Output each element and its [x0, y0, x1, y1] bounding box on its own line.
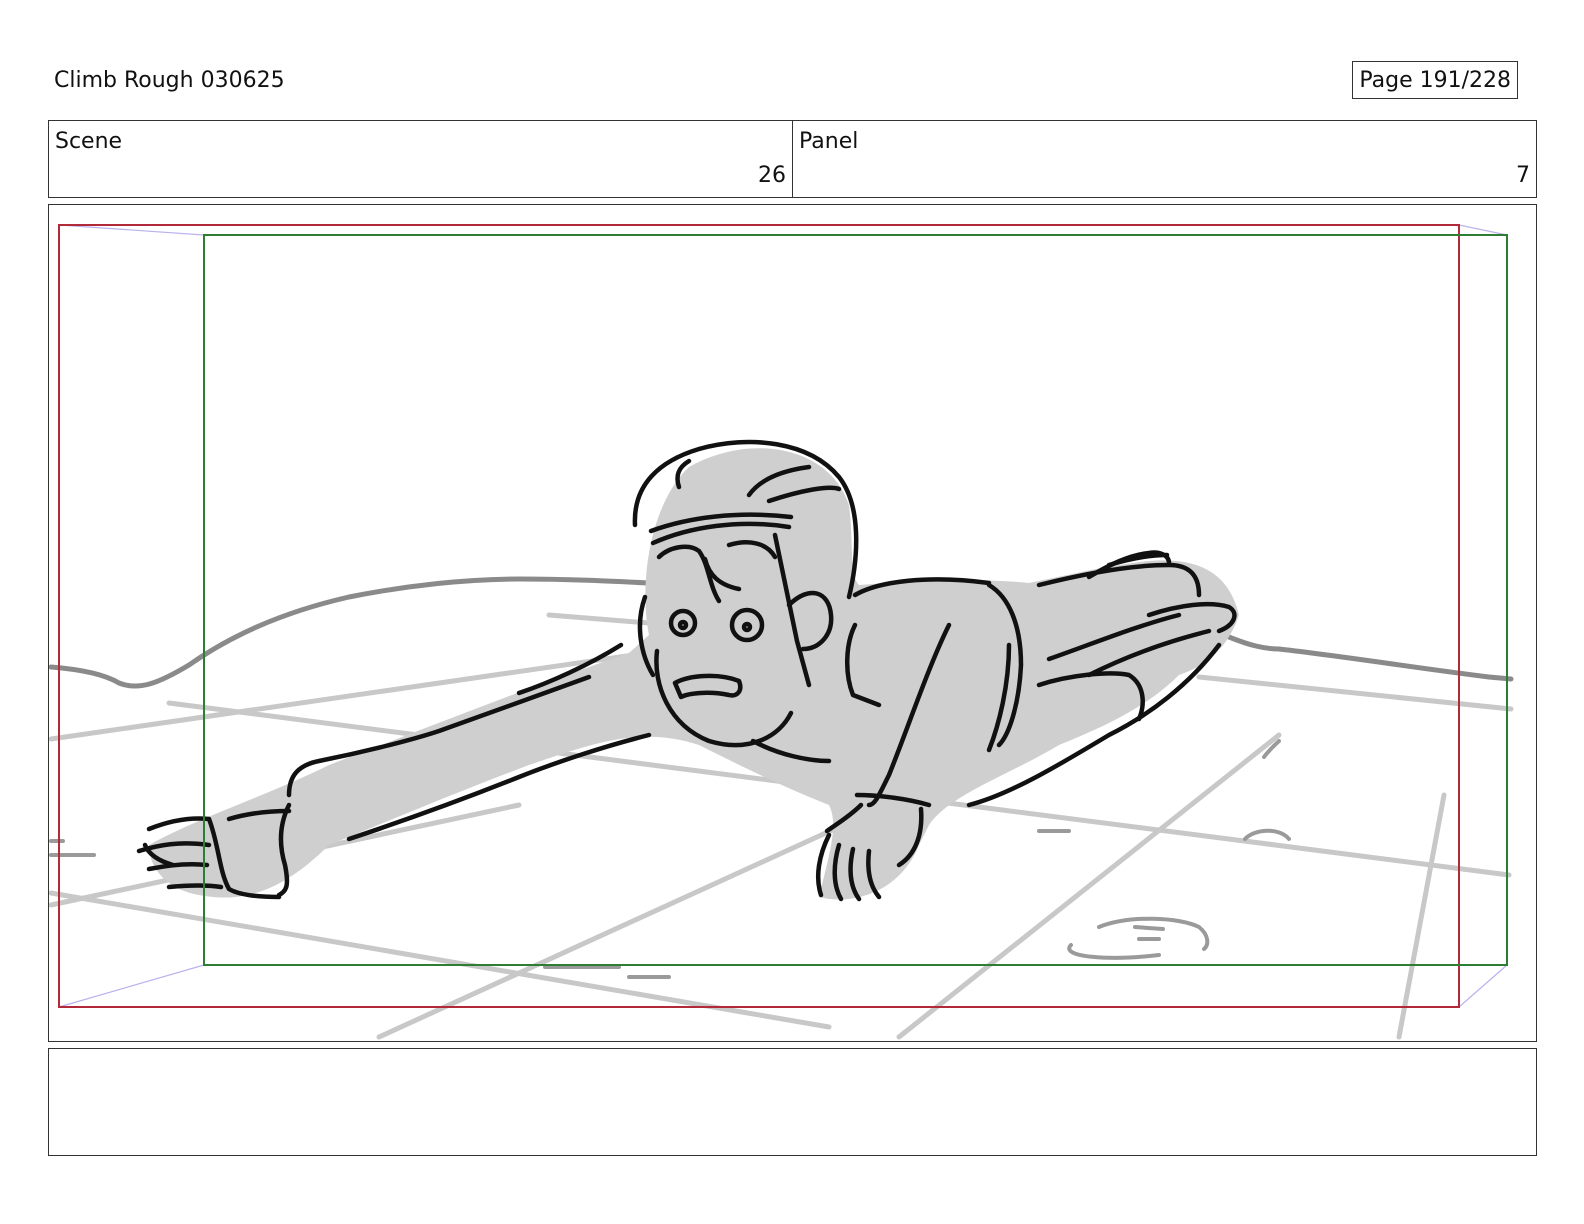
scene-panel-info: Scene 26 Panel 7 [48, 120, 1537, 198]
scene-number: 26 [758, 163, 786, 188]
panel-number: 7 [1516, 163, 1530, 188]
page-number-badge: Page 191/228 [1352, 61, 1518, 99]
panel-drawing [49, 224, 1514, 1040]
panel-label: Panel [799, 129, 859, 154]
scene-cell: Scene 26 [49, 121, 792, 197]
panel-notes [48, 1048, 1537, 1156]
document-title: Climb Rough 030625 [54, 68, 285, 93]
scene-label: Scene [55, 129, 123, 154]
storyboard-panel [48, 204, 1537, 1042]
character-fill [149, 448, 1239, 900]
panel-cell: Panel 7 [792, 121, 1536, 197]
